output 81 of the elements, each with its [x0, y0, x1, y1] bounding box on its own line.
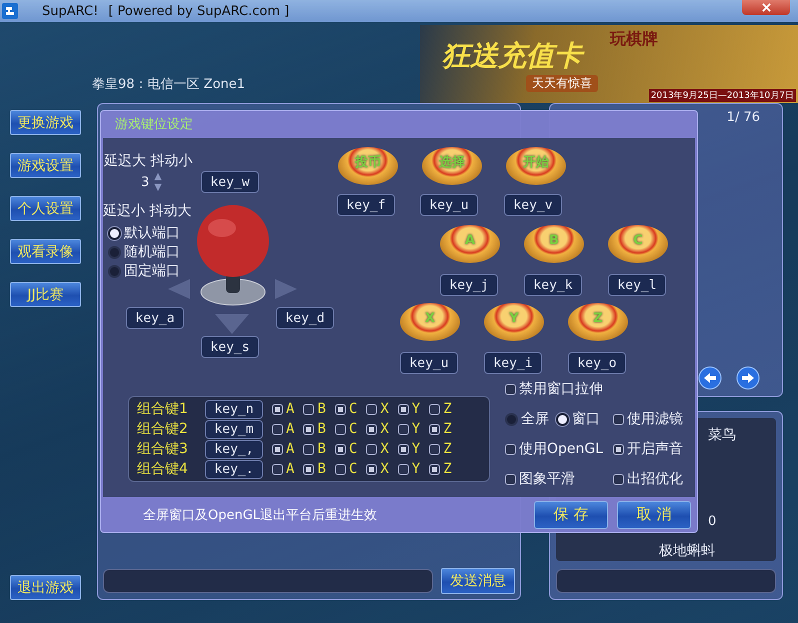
key-field[interactable]: key_f — [337, 194, 395, 216]
port-radio[interactable]: 随机端口 — [108, 243, 180, 261]
key-field[interactable]: key_d — [276, 307, 334, 329]
key-field[interactable]: key_w — [201, 171, 259, 193]
option-label: C — [348, 441, 358, 457]
port-radio[interactable]: 默认端口 — [108, 224, 180, 242]
key-field[interactable]: key_m — [205, 420, 263, 438]
key-field[interactable]: key_n — [205, 400, 263, 418]
option-label: Y — [412, 421, 420, 437]
key-field[interactable]: key_. — [205, 460, 263, 478]
option-label: C — [348, 461, 358, 477]
sidebar-button[interactable]: 游戏设置 — [10, 153, 81, 178]
notice-text: 全屏窗口及OpenGL退出平台后重进生效 — [143, 506, 378, 524]
option-checkbox[interactable]: 图象平滑 — [505, 470, 575, 488]
banner-tag: 玩棋牌 — [610, 29, 658, 50]
option-label: B — [317, 401, 326, 417]
dialog-title: 游戏键位设定 — [114, 116, 194, 134]
banner-dates: 2013年9月25日—2013年10月7日 — [648, 89, 796, 102]
sidebar-button[interactable]: 个人设置 — [10, 196, 81, 221]
option-label: Z — [443, 401, 452, 417]
key-field[interactable]: key_, — [205, 440, 263, 458]
option-checkbox[interactable]: 使用OpenGL — [505, 440, 604, 458]
send-button[interactable]: 发送消息 — [441, 568, 515, 594]
latency-label: 延迟小 抖动大 — [103, 202, 192, 220]
combo-label: 组合键4 — [137, 460, 189, 478]
port-radio[interactable]: 固定端口 — [108, 262, 180, 280]
combo-label: 组合键2 — [137, 420, 189, 438]
key-field[interactable]: key_a — [126, 307, 184, 329]
option-checkbox[interactable]: 开启声音 — [613, 440, 683, 458]
key-field[interactable]: key_u — [420, 194, 478, 216]
option-label: C — [348, 421, 358, 437]
option-label: B — [317, 421, 326, 437]
option-label: Y — [412, 441, 420, 457]
window-subtitle: [ Powered by SupARC.com ] — [108, 4, 290, 18]
sidebar-button[interactable]: 观看录像 — [10, 239, 81, 264]
key-field[interactable]: key_j — [440, 274, 498, 296]
option-label: X — [380, 401, 389, 417]
exit-button[interactable]: 退出游戏 — [10, 575, 81, 600]
display-radio[interactable]: 全屏 — [505, 410, 549, 428]
server-label: 拳皇98：电信一区 Zone1 — [92, 76, 246, 93]
ad-banner[interactable]: 狂送充值卡 玩棋牌 天天有惊喜 2013年9月25日—2013年10月7日 — [420, 25, 798, 103]
option-label: A — [286, 401, 294, 417]
key-field[interactable]: key_k — [524, 274, 582, 296]
sidebar-button[interactable]: JJ比赛 — [10, 282, 81, 307]
option-checkbox[interactable]: 出招优化 — [613, 470, 683, 488]
combo-label: 组合键1 — [137, 400, 189, 418]
option-label: C — [348, 401, 358, 417]
option-label: X — [380, 441, 389, 457]
combo-label: 组合键3 — [137, 440, 189, 458]
sidebar-button[interactable]: 更换游戏 — [10, 110, 81, 135]
rank-text: 菜鸟 — [708, 426, 736, 444]
option-checkbox[interactable]: 使用滤镜 — [613, 410, 683, 428]
option-label: Y — [412, 401, 420, 417]
option-label: X — [380, 461, 389, 477]
key-field[interactable]: key_s — [201, 336, 259, 358]
option-label: B — [317, 441, 326, 457]
window-title: SupARC! — [42, 4, 98, 18]
player-name: 极地蝌蚪 — [659, 542, 715, 560]
page-counter: 1/ 76 — [726, 110, 760, 125]
option-label: A — [286, 441, 294, 457]
option-label: A — [286, 421, 294, 437]
key-field[interactable]: key_u — [400, 352, 458, 374]
option-label: B — [317, 461, 326, 477]
dialog-button[interactable]: 保 存 — [534, 500, 608, 528]
option-label: X — [380, 421, 389, 437]
display-radio[interactable]: 窗口 — [556, 410, 600, 428]
option-checkbox[interactable]: 禁用窗口拉伸 — [505, 380, 603, 398]
key-field[interactable]: key_o — [568, 352, 626, 374]
option-label: Y — [412, 461, 420, 477]
banner-slogan: 天天有惊喜 — [526, 75, 598, 92]
option-label: Z — [443, 421, 452, 437]
option-label: Z — [443, 461, 452, 477]
key-field[interactable]: key_i — [484, 352, 542, 374]
dialog-button[interactable]: 取 消 — [617, 500, 691, 528]
latency-spinner[interactable]: 3 — [141, 172, 164, 192]
stat-value: 0 — [708, 514, 716, 529]
option-label: Z — [443, 441, 452, 457]
key-field[interactable]: key_l — [608, 274, 666, 296]
option-label: A — [286, 461, 294, 477]
key-field[interactable]: key_v — [504, 194, 562, 216]
latency-label: 延迟大 抖动小 — [104, 152, 192, 170]
